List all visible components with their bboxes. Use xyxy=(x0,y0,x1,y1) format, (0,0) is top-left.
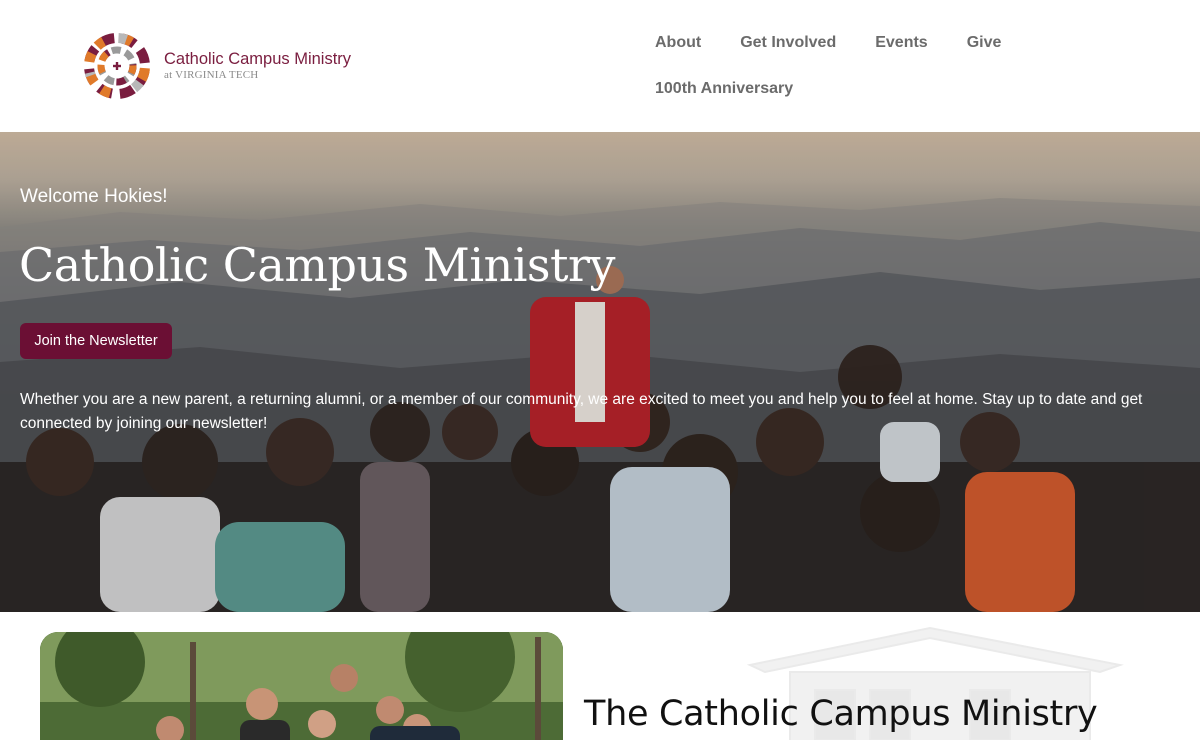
site-header: Catholic Campus Ministry at VIRGINIA TEC… xyxy=(0,0,1200,132)
join-newsletter-button[interactable]: Join the Newsletter xyxy=(20,323,172,359)
hero-description: Whether you are a new parent, a returnin… xyxy=(20,391,1143,432)
nav-item-give[interactable]: Give xyxy=(948,34,1022,52)
nav-row-primary: About Get Involved Events Give xyxy=(636,26,1036,60)
nav-item-about[interactable]: About xyxy=(636,34,721,52)
group-photo xyxy=(40,632,563,740)
intro-title: The Catholic Campus Ministry xyxy=(584,694,1098,734)
nav-row-secondary: 100th Anniversary xyxy=(636,72,1036,106)
main-navigation: About Get Involved Events Give 100th Ann… xyxy=(636,26,1036,106)
logo-title: Catholic Campus Ministry xyxy=(164,49,352,68)
group-photo-image xyxy=(40,632,563,740)
nav-item-100th-anniversary[interactable]: 100th Anniversary xyxy=(636,80,813,98)
hero-overlay xyxy=(0,132,1200,612)
nav-item-events[interactable]: Events xyxy=(856,34,947,52)
hero-section: Welcome Hokies! Catholic Campus Ministry… xyxy=(0,132,1200,612)
site-logo-link[interactable]: Catholic Campus Ministry at VIRGINIA TEC… xyxy=(82,31,372,101)
intro-section: The Catholic Campus Ministry xyxy=(0,612,1200,740)
ccm-rosette-logo-icon xyxy=(84,32,150,99)
hero-title: Catholic Campus Ministry xyxy=(19,238,616,292)
logo-subtitle: at VIRGINIA TECH xyxy=(164,69,259,82)
nav-item-get-involved[interactable]: Get Involved xyxy=(721,34,856,52)
hero-kicker: Welcome Hokies! xyxy=(20,186,168,207)
logo-text: Catholic Campus Ministry at VIRGINIA TEC… xyxy=(164,51,351,82)
